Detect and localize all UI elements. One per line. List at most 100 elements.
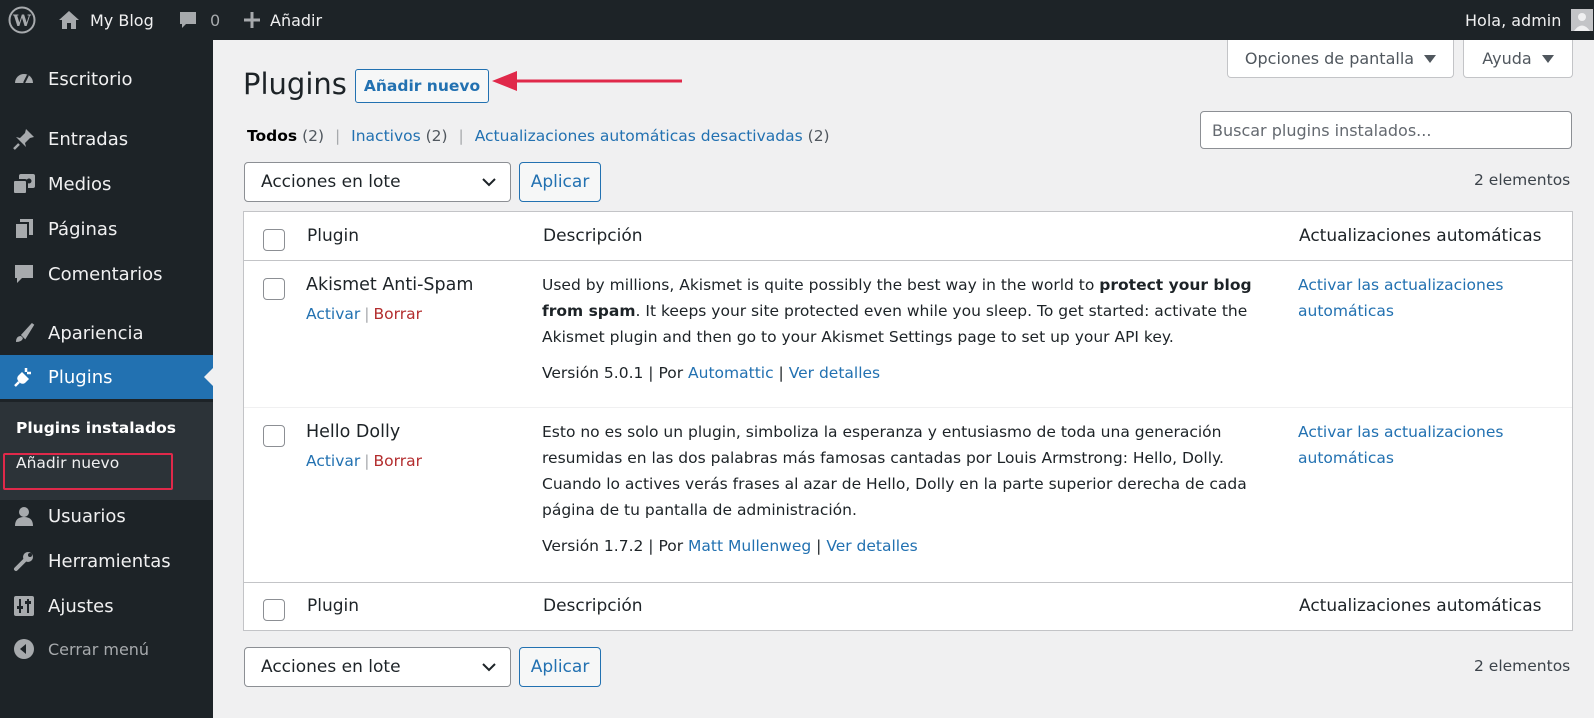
apply-button-bottom[interactable]: Aplicar [519, 647, 601, 687]
filter-auto-disabled-count: (2) [807, 127, 830, 145]
plugin-status-filters: Todos (2) | Inactivos (2) | Actualizacio… [247, 127, 830, 145]
pages-icon [0, 218, 48, 240]
bulk-actions-value: Acciones en lote [261, 172, 401, 192]
plugin-meta: Versión 5.0.1 | Por Automattic | Ver det… [542, 364, 881, 382]
plus-icon [243, 11, 261, 29]
plugin-name: Hello Dolly [306, 422, 401, 442]
brush-icon [0, 322, 48, 344]
filter-all-count: (2) [302, 127, 325, 145]
table-header: Plugin Descripción Actualizaciones autom… [244, 212, 1572, 261]
view-details-link[interactable]: Ver detalles [826, 537, 917, 555]
sidebar-item-escritorio[interactable]: Escritorio [0, 57, 213, 101]
wordpress-logo-icon[interactable]: W [8, 0, 36, 40]
column-description: Descripción [543, 596, 643, 616]
sidebar-item-apariencia[interactable]: Apariencia [0, 311, 213, 355]
greeting: Hola, admin [1465, 10, 1562, 30]
sidebar-item-plugins[interactable]: Plugins [0, 355, 213, 399]
submenu-plugins-installed[interactable]: Plugins instalados [16, 419, 176, 437]
search-input[interactable] [1200, 111, 1572, 149]
author-link[interactable]: Matt Mullenweg [688, 537, 811, 555]
plugins-table: Plugin Descripción Actualizaciones autom… [243, 211, 1573, 631]
auto-update-text: Activar las actualizaciones [1298, 423, 1504, 441]
bulk-actions-select-bottom[interactable]: Acciones en lote [244, 647, 511, 687]
description-text: Used by millions, Akismet is quite possi… [542, 276, 1100, 294]
help-button[interactable]: Ayuda [1463, 40, 1573, 78]
chevron-down-icon [482, 178, 496, 187]
sidebar-item-medios[interactable]: Medios [0, 162, 213, 206]
home-icon [58, 10, 80, 30]
collapse-menu-label: Cerrar menú [48, 639, 150, 659]
row-checkbox[interactable] [263, 278, 285, 300]
apply-button-top[interactable]: Aplicar [519, 162, 601, 202]
pin-icon [0, 128, 48, 150]
new-content-link[interactable]: Añadir [243, 0, 322, 40]
table-row: Akismet Anti-Spam Activar | Borrar Used by… [244, 261, 1572, 408]
author-link[interactable]: Automattic [688, 364, 774, 382]
bulk-actions-select-top[interactable]: Acciones en lote [244, 162, 511, 202]
site-name-link[interactable]: My Blog [58, 0, 154, 40]
sidebar-item-label: Ajustes [48, 595, 114, 617]
column-description: Descripción [543, 226, 643, 246]
plugin-version: Versión 5.0.1 [542, 364, 644, 382]
delete-link[interactable]: Borrar [374, 452, 422, 470]
dashboard-icon [0, 68, 48, 90]
sidebar-item-entradas[interactable]: Entradas [0, 117, 213, 161]
sidebar-item-ajustes[interactable]: Ajustes [0, 584, 213, 628]
description-text: página de tu pantalla de administración. [542, 501, 857, 519]
filter-inactive[interactable]: Inactivos [351, 127, 421, 145]
filter-inactive-count: (2) [425, 127, 448, 145]
highlight-box [3, 453, 173, 490]
auto-update-text: automáticas [1298, 449, 1394, 467]
by-label: Por [658, 364, 684, 382]
description-text: . It keeps your site protected even whil… [635, 302, 1248, 320]
row-actions: Activar | Borrar [306, 452, 422, 470]
admin-bar: W My Blog 0 Añadir Hola, admin [0, 0, 1594, 40]
select-all-checkbox[interactable] [263, 229, 285, 251]
enable-auto-updates-link[interactable]: Activar las actualizaciones automáticas [1298, 272, 1538, 324]
comment-icon [0, 263, 48, 285]
delete-link[interactable]: Borrar [374, 305, 422, 323]
auto-update-text: automáticas [1298, 302, 1394, 320]
column-plugin: Plugin [307, 596, 360, 616]
sidebar-item-label: Escritorio [48, 68, 133, 90]
plugin-meta: Versión 1.7.2 | Por Matt Mullenweg | Ver… [542, 537, 918, 555]
my-account[interactable]: Hola, admin [1465, 0, 1594, 40]
annotation-arrow-icon [492, 71, 682, 91]
activate-link[interactable]: Activar [306, 452, 360, 470]
activate-link[interactable]: Activar [306, 305, 360, 323]
sidebar-item-paginas[interactable]: Páginas [0, 207, 213, 251]
filter-all[interactable]: Todos [247, 127, 297, 145]
auto-update-text: Activar las actualizaciones [1298, 276, 1504, 294]
sidebar-item-comentarios[interactable]: Comentarios [0, 252, 213, 296]
description-text: Akismet plugin and then go to your Akism… [542, 328, 1174, 346]
comments-count: 0 [210, 10, 221, 30]
description-text: Cuando lo actives verás frases al azar d… [542, 475, 1247, 493]
column-auto-updates: Actualizaciones automáticas [1299, 226, 1542, 246]
column-auto-updates: Actualizaciones automáticas [1299, 596, 1542, 616]
sidebar-item-herramientas[interactable]: Herramientas [0, 539, 213, 583]
items-count-top: 2 elementos [1474, 171, 1571, 189]
settings-icon [0, 595, 48, 617]
help-label: Ayuda [1482, 49, 1532, 68]
column-plugin: Plugin [307, 226, 360, 246]
row-checkbox[interactable] [263, 425, 285, 447]
select-all-checkbox[interactable] [263, 599, 285, 621]
table-footer: Plugin Descripción Actualizaciones autom… [244, 582, 1572, 631]
sidebar-item-usuarios[interactable]: Usuarios [0, 494, 213, 538]
comments-link[interactable]: 0 [178, 0, 220, 40]
plugin-version: Versión 1.7.2 [542, 537, 644, 555]
description-text: resumidas en las dos palabras más famosa… [542, 449, 1224, 467]
sidebar-item-label: Medios [48, 173, 112, 195]
collapse-menu-button[interactable]: Cerrar menú [0, 627, 213, 671]
svg-text:W: W [12, 11, 32, 30]
media-icon [0, 173, 48, 195]
screen-options-button[interactable]: Opciones de pantalla [1227, 40, 1454, 78]
enable-auto-updates-link[interactable]: Activar las actualizaciones automáticas [1298, 419, 1538, 471]
view-details-link[interactable]: Ver detalles [789, 364, 880, 382]
filter-auto-updates-disabled[interactable]: Actualizaciones automáticas desactivadas [475, 127, 803, 145]
plug-icon [0, 366, 48, 388]
description-text: Esto no es solo un plugin, simboliza la … [542, 423, 1222, 441]
sidebar-item-label: Entradas [48, 128, 129, 150]
comment-icon [178, 10, 198, 30]
add-new-plugin-button[interactable]: Añadir nuevo [355, 69, 489, 103]
